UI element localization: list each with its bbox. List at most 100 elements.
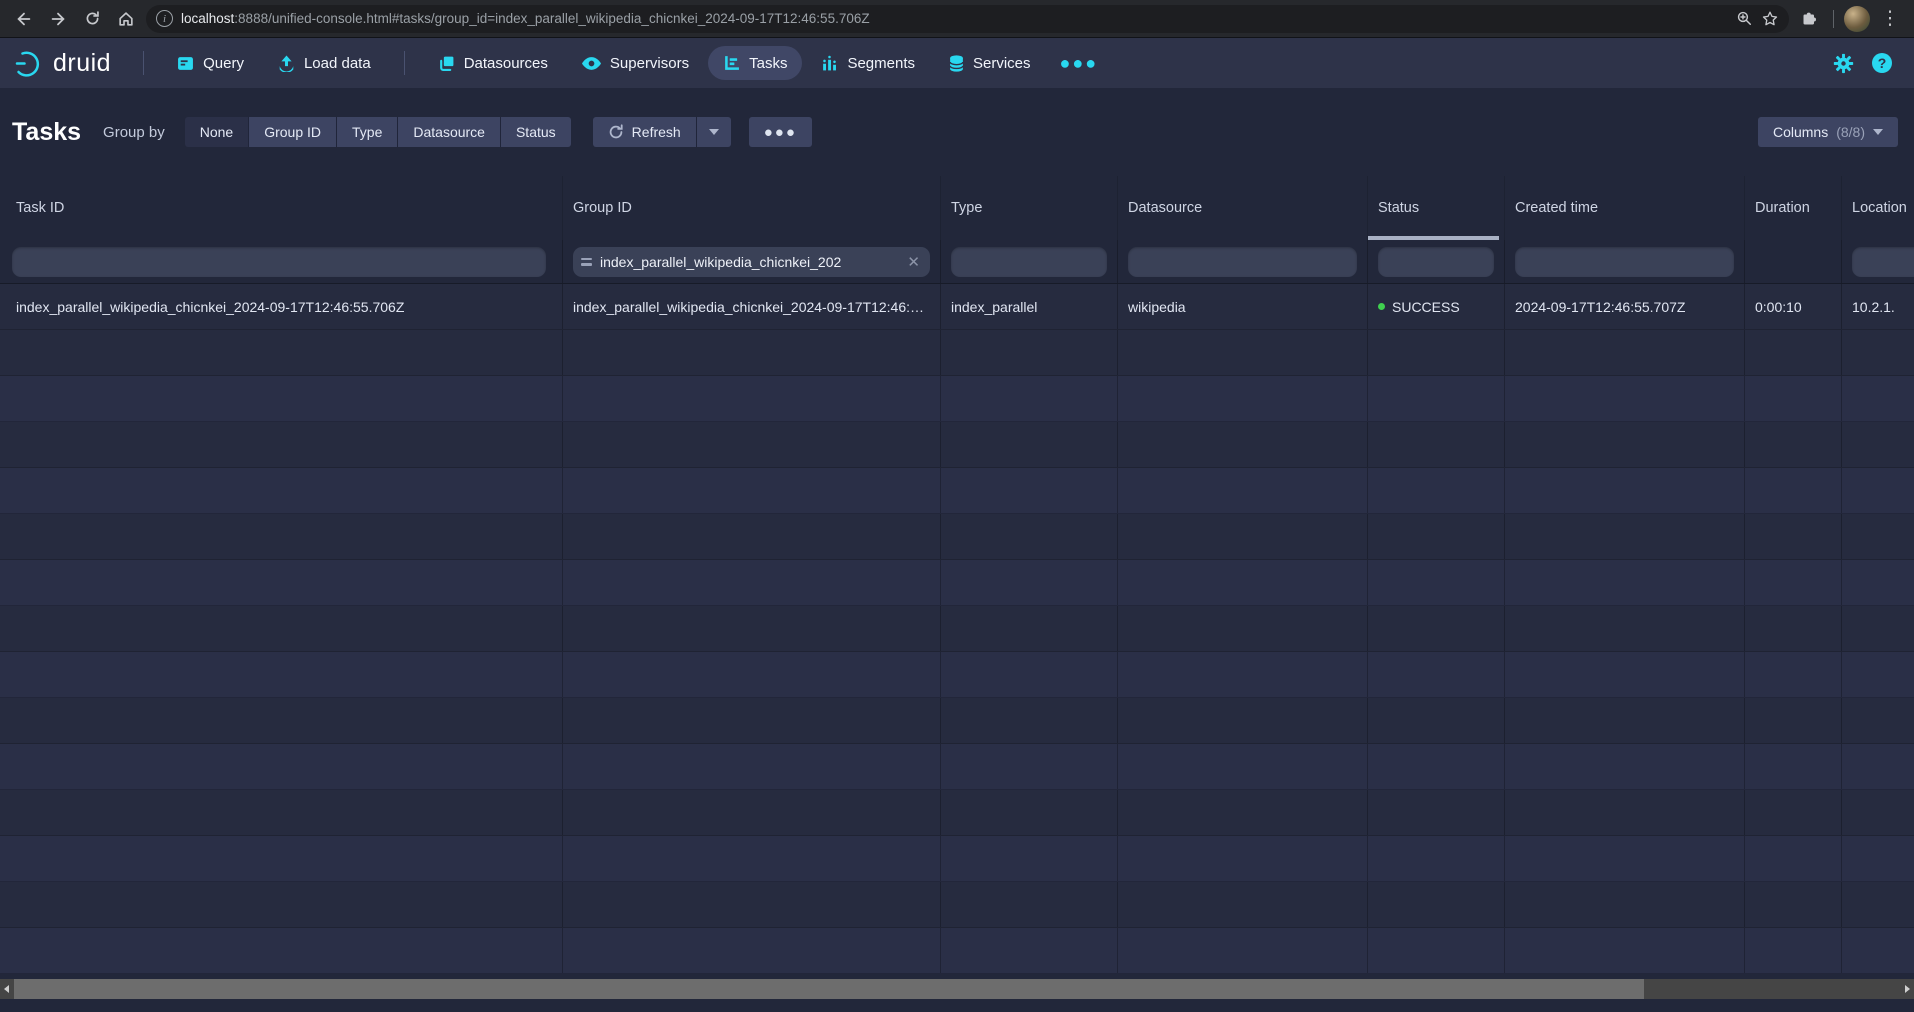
- column-header-type[interactable]: Type: [941, 176, 1118, 240]
- cell-duration: 0:00:10: [1745, 284, 1842, 329]
- horizontal-scrollbar[interactable]: [0, 979, 1914, 999]
- scroll-right-icon[interactable]: [1901, 979, 1914, 999]
- nav-more-icon[interactable]: ●●●: [1050, 53, 1109, 74]
- column-header-group-id[interactable]: Group ID: [563, 176, 941, 240]
- columns-count: (8/8): [1836, 124, 1865, 140]
- more-actions-button[interactable]: ●●●: [749, 117, 812, 147]
- tasks-table: Task ID Group ID Type Datasource Status …: [0, 176, 1914, 974]
- status-filter-input[interactable]: [1378, 247, 1494, 277]
- url-text: localhost:8888/unified-console.html#task…: [181, 11, 1728, 26]
- group-by-status-button[interactable]: Status: [500, 117, 571, 147]
- back-icon[interactable]: [10, 5, 38, 33]
- nav-divider: [404, 51, 405, 75]
- column-header-duration[interactable]: Duration: [1745, 176, 1842, 240]
- group-by-none-button[interactable]: None: [185, 117, 248, 147]
- druid-logo[interactable]: druid: [14, 48, 111, 78]
- eye-icon: [582, 57, 601, 70]
- nav-item-tasks[interactable]: Tasks: [708, 46, 802, 80]
- group-id-filter-input[interactable]: index_parallel_wikipedia_chicnkei_202 ✕: [573, 247, 930, 277]
- refresh-interval-dropdown-button[interactable]: [696, 117, 731, 147]
- forward-icon[interactable]: [44, 5, 72, 33]
- refresh-button-group: Refresh: [593, 117, 731, 147]
- table-filter-row: index_parallel_wikipedia_chicnkei_202 ✕: [0, 240, 1914, 284]
- console-icon: [177, 55, 194, 72]
- gantt-chart-icon: [723, 55, 740, 72]
- nav-item-query[interactable]: Query: [162, 46, 259, 80]
- profile-avatar[interactable]: [1844, 6, 1870, 32]
- group-id-filter-value: index_parallel_wikipedia_chicnkei_202: [600, 254, 897, 270]
- nav-item-label: Query: [203, 55, 244, 72]
- cell-group-id: index_parallel_wikipedia_chicnkei_2024-0…: [563, 284, 941, 329]
- clear-filter-icon[interactable]: ✕: [905, 253, 922, 271]
- bookmark-star-icon[interactable]: [1761, 10, 1779, 28]
- upload-icon: [278, 55, 295, 72]
- browser-menu-icon[interactable]: ⋮: [1876, 5, 1904, 33]
- scrollbar-thumb[interactable]: [14, 979, 1644, 999]
- refresh-label: Refresh: [632, 124, 681, 140]
- nav-item-datasources[interactable]: Datasources: [423, 46, 563, 80]
- group-by-group-id-button[interactable]: Group ID: [248, 117, 336, 147]
- group-by-label: Group by: [103, 124, 165, 141]
- table-row-empty: [0, 606, 1914, 652]
- table-row-empty: [0, 652, 1914, 698]
- column-header-created-time[interactable]: Created time: [1505, 176, 1745, 240]
- location-filter-input[interactable]: [1852, 247, 1914, 277]
- nav-item-supervisors[interactable]: Supervisors: [567, 46, 704, 80]
- toolbar-divider: [1833, 10, 1834, 28]
- nav-item-label: Supervisors: [610, 55, 689, 72]
- table-footer: [0, 974, 1914, 1012]
- filter-equals-icon: [581, 258, 592, 266]
- bar-chart-icon: [821, 55, 838, 72]
- group-by-datasource-button[interactable]: Datasource: [397, 117, 500, 147]
- cell-location: 10.2.1.: [1842, 284, 1914, 329]
- table-row-empty: [0, 330, 1914, 376]
- column-header-status[interactable]: Status: [1368, 176, 1505, 240]
- zoom-icon[interactable]: [1736, 10, 1753, 27]
- address-bar[interactable]: i localhost:8888/unified-console.html#ta…: [146, 5, 1789, 33]
- nav-item-segments[interactable]: Segments: [806, 46, 930, 80]
- nav-item-services[interactable]: Services: [934, 46, 1046, 80]
- cell-created-time: 2024-09-17T12:46:55.707Z: [1505, 284, 1745, 329]
- table-row-empty: [0, 514, 1914, 560]
- brand-name: druid: [53, 49, 111, 78]
- table-row-task[interactable]: index_parallel_wikipedia_chicnkei_2024-0…: [0, 284, 1914, 330]
- home-icon[interactable]: [112, 5, 140, 33]
- page-title: Tasks: [12, 118, 81, 147]
- group-by-type-button[interactable]: Type: [336, 117, 397, 147]
- refresh-icon: [608, 124, 624, 140]
- refresh-button[interactable]: Refresh: [593, 117, 696, 147]
- table-row-empty: [0, 376, 1914, 422]
- database-icon: [949, 55, 964, 72]
- type-filter-input[interactable]: [951, 247, 1107, 277]
- nav-item-label: Tasks: [749, 55, 787, 72]
- columns-label: Columns: [1773, 124, 1828, 140]
- columns-dropdown-button[interactable]: Columns (8/8): [1758, 117, 1898, 147]
- created-time-filter-input[interactable]: [1515, 247, 1734, 277]
- nav-item-label: Segments: [847, 55, 915, 72]
- site-info-icon[interactable]: i: [156, 10, 173, 27]
- help-icon[interactable]: ?: [1872, 53, 1892, 73]
- cell-datasource: wikipedia: [1118, 284, 1368, 329]
- scroll-left-icon[interactable]: [0, 979, 13, 999]
- extensions-icon[interactable]: [1795, 5, 1823, 33]
- tasks-toolbar: Tasks Group by None Group ID Type Dataso…: [0, 88, 1914, 176]
- reload-icon[interactable]: [78, 5, 106, 33]
- column-header-location[interactable]: Location: [1842, 176, 1914, 240]
- nav-item-load-data[interactable]: Load data: [263, 46, 386, 80]
- nav-item-label: Load data: [304, 55, 371, 72]
- scrollbar-track[interactable]: [13, 979, 1901, 999]
- datasource-filter-input[interactable]: [1128, 247, 1357, 277]
- table-row-empty: [0, 928, 1914, 974]
- group-by-button-group: None Group ID Type Datasource Status: [185, 117, 571, 147]
- browser-toolbar: i localhost:8888/unified-console.html#ta…: [0, 0, 1914, 38]
- table-row-empty: [0, 560, 1914, 606]
- table-row-empty: [0, 468, 1914, 514]
- column-header-task-id[interactable]: Task ID: [0, 176, 563, 240]
- settings-gear-icon[interactable]: [1833, 53, 1854, 74]
- table-body: index_parallel_wikipedia_chicnkei_2024-0…: [0, 284, 1914, 974]
- table-row-empty: [0, 790, 1914, 836]
- table-row-empty: [0, 422, 1914, 468]
- column-header-datasource[interactable]: Datasource: [1118, 176, 1368, 240]
- task-id-filter-input[interactable]: [12, 247, 546, 277]
- success-dot-icon: [1378, 303, 1385, 310]
